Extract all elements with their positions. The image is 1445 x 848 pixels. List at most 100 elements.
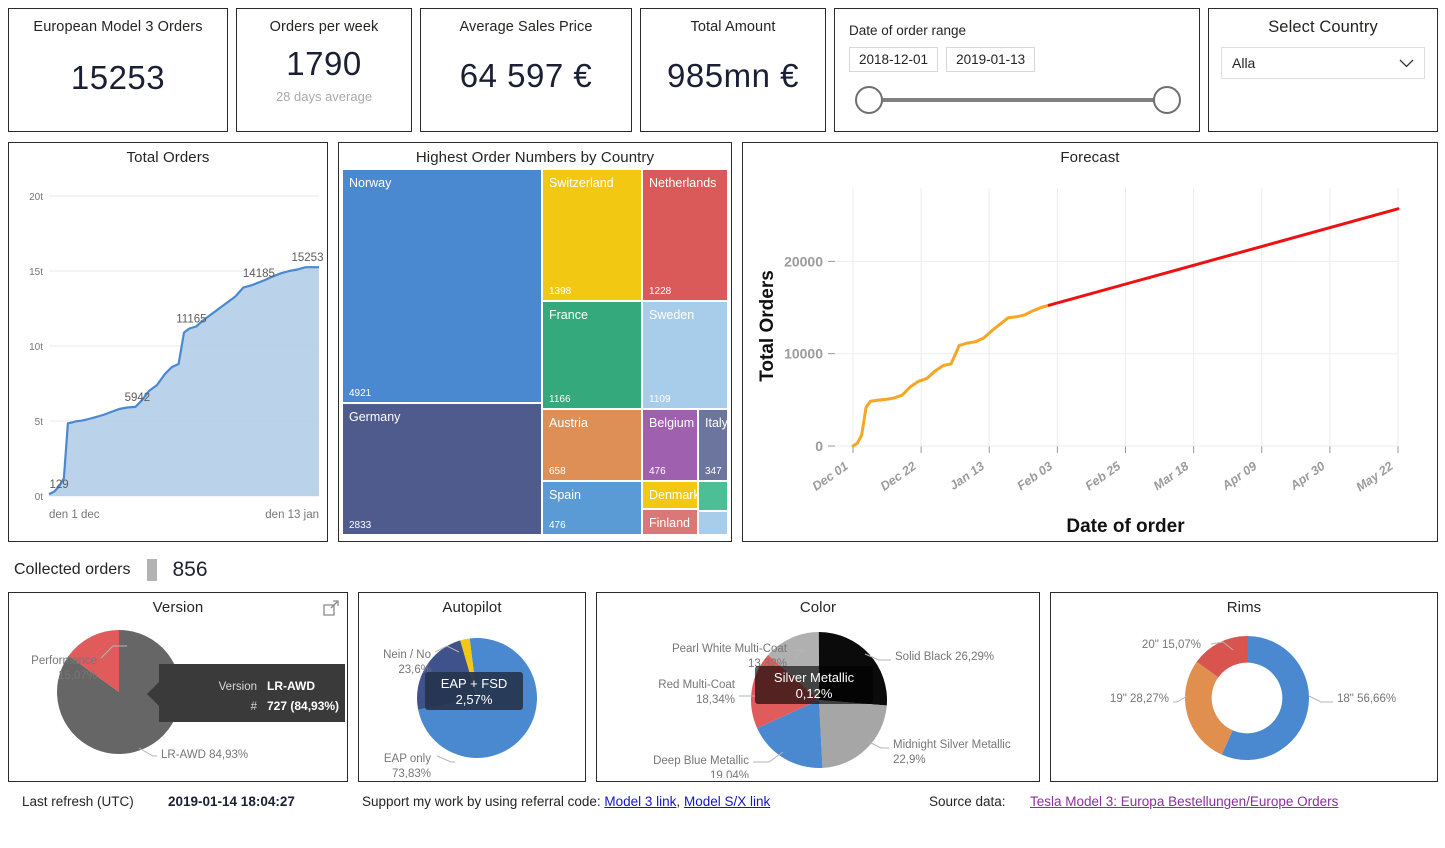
svg-text:19" 28,27%: 19" 28,27% [1110,693,1169,705]
svg-text:LR-AWD: LR-AWD [267,679,315,693]
svg-text:Dec 01: Dec 01 [810,459,851,494]
last-refresh-value: 2019-01-14 18:04:27 [168,794,295,809]
source-data-link[interactable]: Tesla Model 3: Europa Bestellungen/Europ… [1030,794,1338,809]
model-3-referral-link[interactable]: Model 3 link [604,794,676,809]
svg-text:2833: 2833 [349,520,372,531]
kpi-title: Average Sales Price [459,19,593,35]
country-slicer-title: Select Country [1268,18,1378,36]
svg-text:14185: 14185 [243,268,275,280]
rims-donut-chart[interactable]: 18" 56,66% 19" 28,27% 20" 15,07% [1051,616,1437,778]
date-end-input[interactable]: 2019-01-13 [946,47,1036,72]
svg-text:11165: 11165 [176,314,206,326]
svg-text:20" 15,07%: 20" 15,07% [1142,639,1201,651]
model-sx-referral-link[interactable]: Model S/X link [684,794,770,809]
svg-text:20t: 20t [29,192,43,203]
svg-text:Switzerland: Switzerland [549,176,614,190]
version-panel: Version Performance 15,07% LR-AWD 84,93% Ve… [8,592,348,782]
svg-text:EAP + FSD: EAP + FSD [441,676,508,691]
svg-text:73,83%: 73,83% [392,768,431,778]
svg-text:Denmark: Denmark [649,488,700,502]
svg-text:4921: 4921 [349,388,372,399]
slider-handle-end[interactable] [1153,86,1181,114]
svg-text:Mar 18: Mar 18 [1151,459,1192,493]
forecast-title: Forecast [1060,149,1120,166]
svg-text:France: France [549,308,588,322]
svg-text:Spain: Spain [549,488,581,502]
svg-text:15253: 15253 [292,252,324,264]
country-select[interactable]: Alla [1221,47,1425,79]
svg-text:den 1 dec: den 1 dec [49,509,100,521]
collected-orders-swatch [146,559,157,581]
footer: Last refresh (UTC) 2019-01-14 18:04:27 S… [0,790,1445,830]
date-start-input[interactable]: 2018-12-01 [849,47,939,72]
autopilot-pie-chart[interactable]: Nein / No23,6%EAP only73,83%EAP + FSD2,5… [359,616,585,778]
total-orders-title: Total Orders [126,149,210,166]
svg-text:5942: 5942 [125,392,151,404]
collected-orders-strip: Collected orders 856 [14,558,208,582]
svg-text:LR-AWD 84,93%: LR-AWD 84,93% [161,749,248,761]
svg-text:0t: 0t [35,492,44,503]
svg-text:Midnight Silver Metallic: Midnight Silver Metallic [893,739,1011,751]
collected-orders-value: 856 [172,558,208,581]
kpi-card-average-sales-price: Average Sales Price 64 597 € [420,8,632,132]
kpi-card-orders-per-week: Orders per week 1790 28 days average [236,8,412,132]
svg-text:#: # [251,701,258,713]
kpi-value: 64 597 € [459,57,593,94]
kpi-subtitle: 28 days average [275,89,373,104]
svg-text:Nein / No: Nein / No [383,649,431,661]
svg-text:18" 56,66%: 18" 56,66% [1337,693,1396,705]
svg-text:0: 0 [815,438,823,454]
svg-text:727 (84,93%): 727 (84,93%) [267,699,339,713]
date-range-slider[interactable] [855,86,1181,116]
country-slicer: Select Country Alla [1208,8,1438,132]
kpi-title: Orders per week [269,19,379,35]
svg-text:Red Multi-Coat: Red Multi-Coat [658,679,735,691]
svg-text:Jan 13: Jan 13 [947,459,987,493]
forecast-chart: Dec 01 Dec 22 Jan 13 Feb 03 Feb 25 Mar 18 Apr … [757,188,1400,537]
kpi-value: 1790 [286,45,362,82]
color-panel: Color Solid Black 26,29% Midnight Silver … [596,592,1040,782]
kpi-title: Total Amount [690,19,776,35]
support-text-group: Support my work by using referral code: … [362,794,770,809]
link-separator: , [676,794,681,809]
svg-text:Finland: Finland [649,516,690,530]
svg-text:Netherlands: Netherlands [649,176,716,190]
svg-text:19,04%: 19,04% [710,770,749,778]
support-text: Support my work by using referral code: [362,794,601,809]
chevron-down-icon [1399,59,1414,67]
autopilot-title: Autopilot [442,599,502,616]
svg-text:Feb 25: Feb 25 [1083,458,1124,493]
svg-text:Italy: Italy [705,416,729,430]
country-treemap[interactable]: Norway 4921 Germany 2833 Switzerland 1398 Neth… [339,166,731,538]
slider-handle-start[interactable] [855,86,883,114]
svg-text:May 22: May 22 [1354,459,1396,494]
svg-text:2,57%: 2,57% [456,692,493,707]
svg-text:Germany: Germany [349,410,401,424]
slider-track[interactable] [871,98,1165,102]
kpi-row: European Model 3 Orders 15253 Orders per… [0,0,1445,140]
svg-text:476: 476 [549,520,566,531]
country-select-value: Alla [1232,55,1256,71]
version-title: Version [152,599,204,616]
svg-text:5t: 5t [35,417,44,428]
version-pie-chart[interactable]: Performance 15,07% LR-AWD 84,93% Version LR-… [9,616,347,778]
svg-text:Belgium: Belgium [649,416,694,430]
color-pie-chart[interactable]: Solid Black 26,29% Midnight Silver Metall… [597,616,1039,778]
svg-text:15,07%: 15,07% [58,670,97,682]
kpi-card-total-amount: Total Amount 985mn € [640,8,826,132]
svg-text:1228: 1228 [649,286,672,297]
svg-text:Norway: Norway [349,176,392,190]
svg-text:15t: 15t [29,267,43,278]
svg-text:129: 129 [50,479,69,491]
svg-text:1166: 1166 [549,394,571,405]
svg-text:Pearl White Multi-Coat: Pearl White Multi-Coat [672,643,788,655]
svg-text:Apr 30: Apr 30 [1287,459,1328,493]
total-orders-chart: 0t 5t 10t 15t 20t 129 5942 11165 14185 15253 den 1… [29,192,324,521]
svg-text:Dec 22: Dec 22 [878,459,919,494]
focus-mode-icon[interactable] [323,600,339,616]
date-range-slicer: Date of order range 2018-12-01 2019-01-1… [834,8,1200,132]
kpi-title: European Model 3 Orders [33,19,203,35]
svg-text:Apr 09: Apr 09 [1219,459,1260,493]
treemap-title: Highest Order Numbers by Country [415,149,655,166]
color-title: Color [799,599,837,616]
